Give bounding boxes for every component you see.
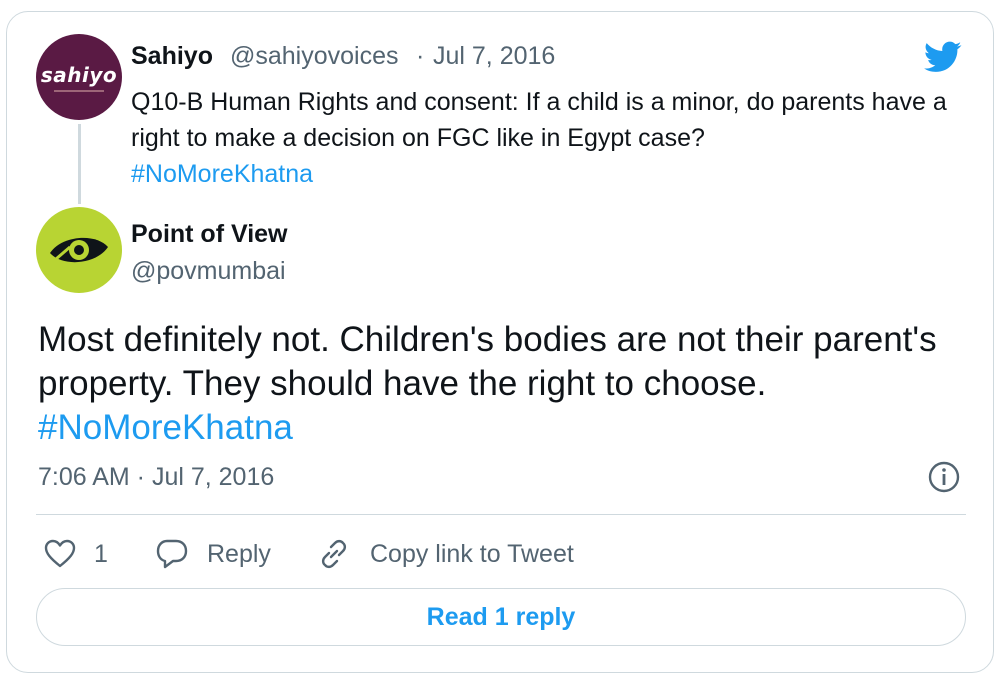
reply-author-name[interactable]: Point of View [131, 220, 288, 249]
heart-icon [44, 539, 76, 568]
sahiyo-logo-text: sahiyo [40, 62, 118, 87]
action-divider [36, 514, 966, 515]
eye-logo-icon [50, 237, 108, 263]
original-author-name[interactable]: Sahiyo [131, 42, 213, 71]
original-tweet-hashtag[interactable]: #NoMoreKhatna [131, 160, 313, 188]
reply-tweet-hashtag[interactable]: #NoMoreKhatna [38, 408, 293, 447]
twitter-bird-icon[interactable] [920, 38, 966, 76]
sahiyo-logo-tagline-line [54, 89, 104, 92]
reply-tweet-body: Most definitely not. Children's bodies a… [38, 320, 937, 403]
copy-link-button[interactable]: Copy link to Tweet [316, 534, 574, 574]
reply-bubble-icon [156, 539, 188, 569]
sahiyo-avatar[interactable]: sahiyo [36, 34, 122, 120]
original-tweet-date[interactable]: Jul 7, 2016 [433, 42, 555, 71]
reply-tweet-timestamp[interactable]: 7:06 AM · Jul 7, 2016 [38, 463, 274, 492]
reply-tweet-text: Most definitely not. Children's bodies a… [38, 318, 968, 450]
reply-button[interactable]: Reply [155, 534, 271, 574]
thread-connector-line [78, 124, 81, 204]
reply-label: Reply [207, 539, 271, 568]
original-author-handle[interactable]: @sahiyovoices [230, 42, 399, 71]
read-replies-button[interactable]: Read 1 reply [36, 588, 966, 646]
like-button[interactable]: 1 [44, 534, 108, 574]
original-tweet-text: Q10-B Human Rights and consent: If a chi… [131, 84, 961, 192]
pov-avatar[interactable] [36, 207, 122, 293]
reply-author-handle[interactable]: @povmumbai [131, 257, 286, 286]
info-icon[interactable] [928, 461, 960, 493]
handle-date-separator: · [416, 42, 425, 70]
like-count: 1 [94, 539, 108, 568]
link-icon [321, 539, 347, 569]
read-replies-label: Read 1 reply [426, 602, 576, 631]
original-tweet-body: Q10-B Human Rights and consent: If a chi… [131, 88, 947, 152]
copy-link-label: Copy link to Tweet [370, 539, 574, 568]
